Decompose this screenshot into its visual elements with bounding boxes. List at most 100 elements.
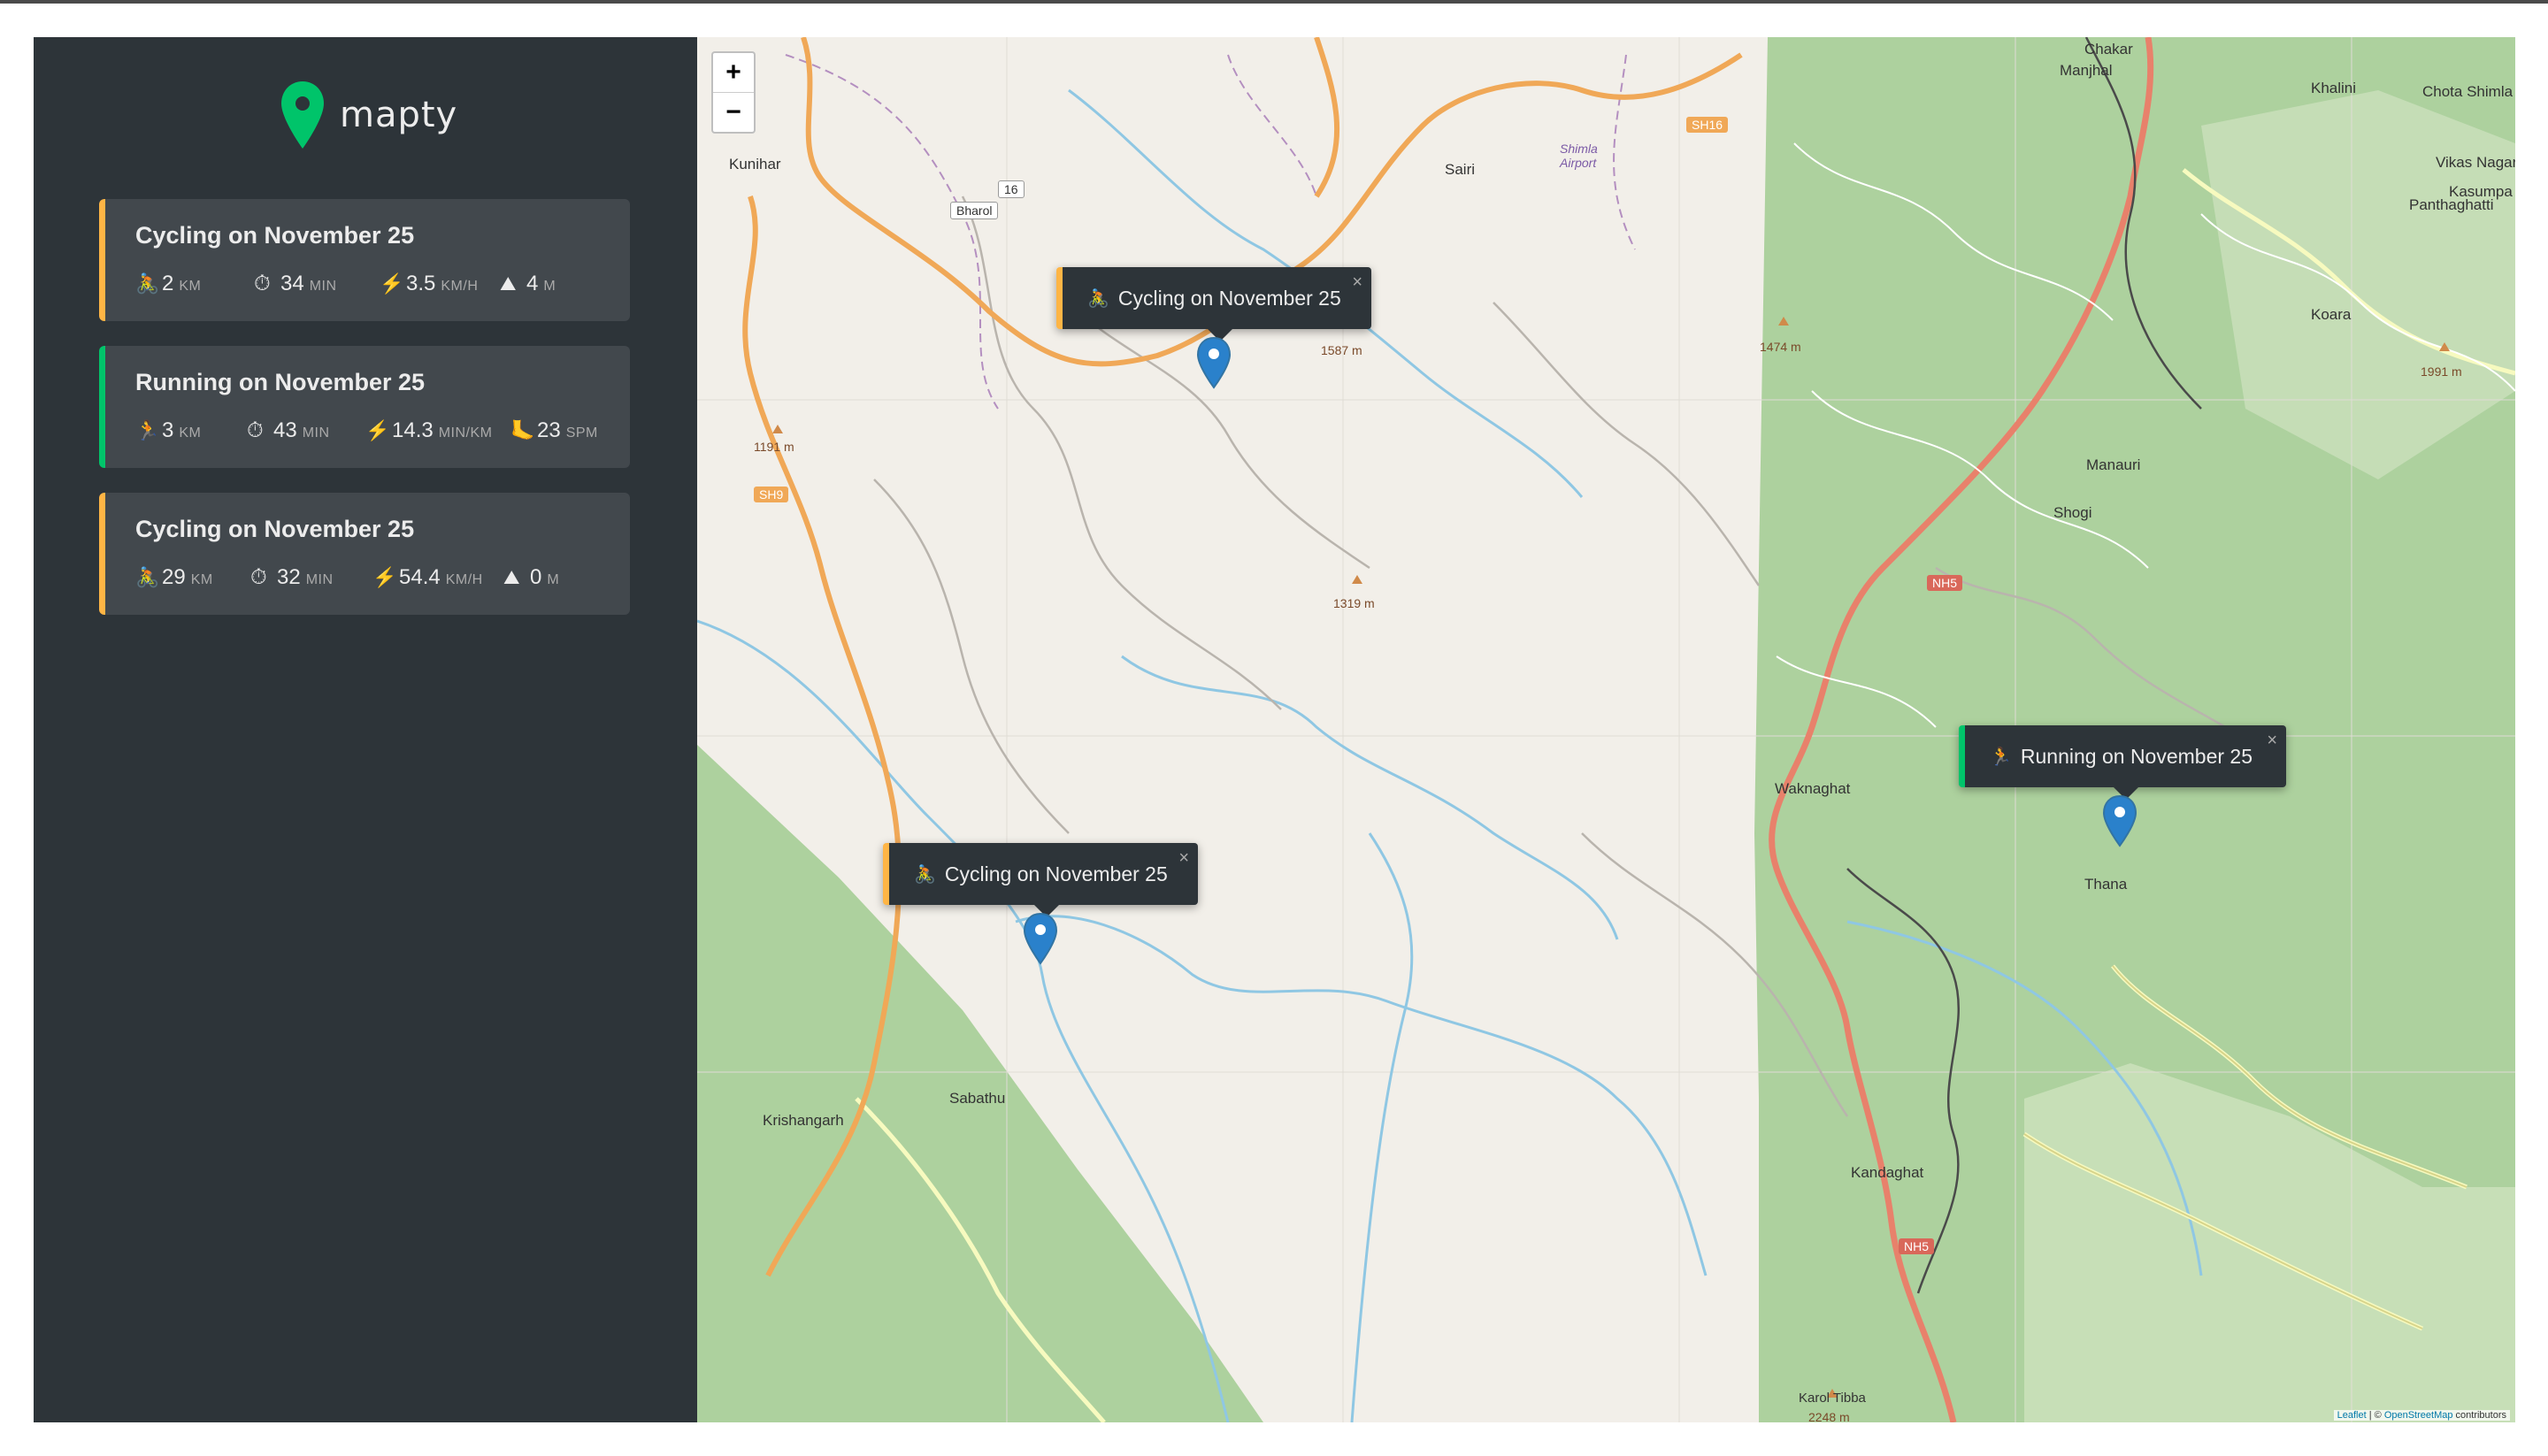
map-label-airport: Shimla Airport xyxy=(1560,142,1598,170)
cadence-unit: spm xyxy=(565,425,598,441)
bicycle-icon: 🚴 xyxy=(135,566,160,588)
map-label-place: Krishangarh xyxy=(763,1112,844,1129)
map-label-place: Karol Tibba xyxy=(1799,1391,1866,1406)
map-label-place: Kunihar xyxy=(729,156,781,172)
map-label-elevation: 1319 m xyxy=(1333,596,1375,610)
distance-value: 29 xyxy=(162,565,186,589)
map-label-elevation: 1474 m xyxy=(1760,340,1801,354)
map-pin-icon xyxy=(281,81,324,149)
attribution-separator: | © xyxy=(2366,1410,2384,1421)
app-name: mapty xyxy=(340,95,458,135)
workout-title: Cycling on November 25 xyxy=(135,222,415,249)
map-label-place: Waknaghat xyxy=(1775,780,1851,797)
map-label-elevation: 2248 m xyxy=(1808,1410,1850,1422)
map-label-elevation: 1587 m xyxy=(1321,343,1362,357)
map-marker-icon[interactable] xyxy=(1023,912,1058,965)
elevation-value: 4 xyxy=(526,272,539,295)
speed-unit: km/h xyxy=(445,572,483,587)
sidebar: mapty Cycling on November 25 🚴 2 km ⏱ 34… xyxy=(34,37,697,1422)
elevation-value: 0 xyxy=(530,565,542,589)
logo: mapty xyxy=(280,78,457,152)
pace-unit: min/km xyxy=(438,425,493,441)
lightning-icon: ⚡ xyxy=(380,272,404,295)
popup-text: Cycling on November 25 xyxy=(944,862,1168,885)
map-label-place: Bharol xyxy=(950,202,999,219)
map-road-shield: 16 xyxy=(998,180,1025,198)
elevation-unit: m xyxy=(543,279,556,294)
stopwatch-icon: ⏱ xyxy=(254,272,271,295)
leaflet-link[interactable]: Leaflet xyxy=(2337,1410,2367,1421)
duration-value: 32 xyxy=(277,565,301,589)
map-road-shield: SH16 xyxy=(1686,117,1729,133)
workout-popup-cycling[interactable]: 🚴 Cycling on November 25 × xyxy=(883,843,1198,917)
duration-value: 43 xyxy=(273,418,297,442)
workout-elevation: ⛰ 4 m xyxy=(500,272,556,296)
duration-unit: min xyxy=(305,572,334,587)
workout-duration: ⏱ 32 min xyxy=(250,565,334,590)
elevation-unit: m xyxy=(547,572,560,587)
window-top-border xyxy=(0,0,2548,4)
speed-value: 54.4 xyxy=(399,565,441,589)
lightning-icon: ⚡ xyxy=(372,566,397,588)
map-attribution: Leaflet | © OpenStreetMap contributors xyxy=(2333,1410,2510,1421)
workout-card-running[interactable]: Running on November 25 🏃 3 km ⏱ 43 min ⚡… xyxy=(99,346,630,468)
map-marker-icon[interactable] xyxy=(2102,794,2137,847)
map-label-place: Chakar xyxy=(2084,41,2133,57)
workout-popup-cycling[interactable]: 🚴 Cycling on November 25 × xyxy=(1056,267,1371,341)
speed-unit: km/h xyxy=(441,279,479,294)
map-label-place: Chota Shimla xyxy=(2422,83,2513,100)
popup-close-button[interactable]: × xyxy=(2267,731,2277,751)
map-label-place: Sabathu xyxy=(949,1090,1006,1107)
workout-card-cycling[interactable]: Cycling on November 25 🚴 2 km ⏱ 34 min ⚡… xyxy=(99,199,630,321)
map-marker-icon[interactable] xyxy=(1196,336,1232,389)
workout-title: Cycling on November 25 xyxy=(135,516,415,542)
map-road-shield: NH5 xyxy=(1927,575,1963,591)
runner-icon: 🏃 xyxy=(1990,747,2012,767)
map-label-place: Manauri xyxy=(2086,456,2141,473)
workout-elevation: ⛰ 0 m xyxy=(503,565,559,590)
distance-unit: km xyxy=(190,572,213,587)
popup-text: Cycling on November 25 xyxy=(1117,286,1341,310)
zoom-out-button[interactable]: − xyxy=(713,93,754,132)
map-road-shield: NH5 xyxy=(1899,1238,1935,1254)
bicycle-icon: 🚴 xyxy=(914,864,936,885)
speed-value: 3.5 xyxy=(406,272,436,295)
bicycle-icon: 🚴 xyxy=(135,272,160,295)
workout-distance: 🚴 29 km xyxy=(135,565,213,590)
duration-value: 34 xyxy=(280,272,304,295)
workout-distance: 🏃 3 km xyxy=(135,418,201,443)
map-label-place: Khalini xyxy=(2311,80,2357,96)
map-road-shield: SH9 xyxy=(754,487,789,502)
map-label-place: Sairi xyxy=(1445,161,1476,178)
workout-pace: ⚡ 14.3 min/km xyxy=(365,418,493,443)
zoom-in-button[interactable]: + xyxy=(713,53,754,93)
workout-title: Running on November 25 xyxy=(135,369,426,395)
attribution-suffix: contributors xyxy=(2452,1410,2506,1421)
distance-value: 2 xyxy=(162,272,174,295)
duration-unit: min xyxy=(302,425,330,441)
map-label-place: Panthaghatti xyxy=(2409,196,2494,213)
distance-value: 3 xyxy=(162,418,174,442)
workout-speed: ⚡ 54.4 km/h xyxy=(372,565,483,590)
mountain-icon: ⛰ xyxy=(503,566,520,588)
workout-cadence: 🦶 23 spm xyxy=(510,418,598,443)
workout-card-cycling[interactable]: Cycling on November 25 🚴 29 km ⏱ 32 min … xyxy=(99,493,630,615)
map-label-place: Shogi xyxy=(2053,504,2092,521)
map-label-place: Kandaghat xyxy=(1851,1164,1924,1181)
workout-popup-running[interactable]: 🏃 Running on November 25 × xyxy=(1959,725,2286,800)
map-label-place: Manjhal xyxy=(2060,62,2113,79)
distance-unit: km xyxy=(179,425,202,441)
openstreetmap-link[interactable]: OpenStreetMap xyxy=(2384,1410,2453,1421)
map[interactable]: Kunihar Bharol Sairi Shimla Airport Manj… xyxy=(697,37,2515,1422)
distance-unit: km xyxy=(179,279,202,294)
workout-speed: ⚡ 3.5 km/h xyxy=(380,272,478,296)
duration-unit: min xyxy=(309,279,337,294)
workout-duration: ⏱ 34 min xyxy=(254,272,337,296)
runner-icon: 🏃 xyxy=(135,419,160,441)
popup-close-button[interactable]: × xyxy=(1352,272,1362,293)
map-label-place: Vikas Nagar xyxy=(2436,154,2515,171)
map-label-elevation: 1191 m xyxy=(754,440,794,454)
zoom-control: + − xyxy=(711,51,756,134)
pace-value: 14.3 xyxy=(392,418,434,442)
popup-close-button[interactable]: × xyxy=(1178,848,1189,869)
